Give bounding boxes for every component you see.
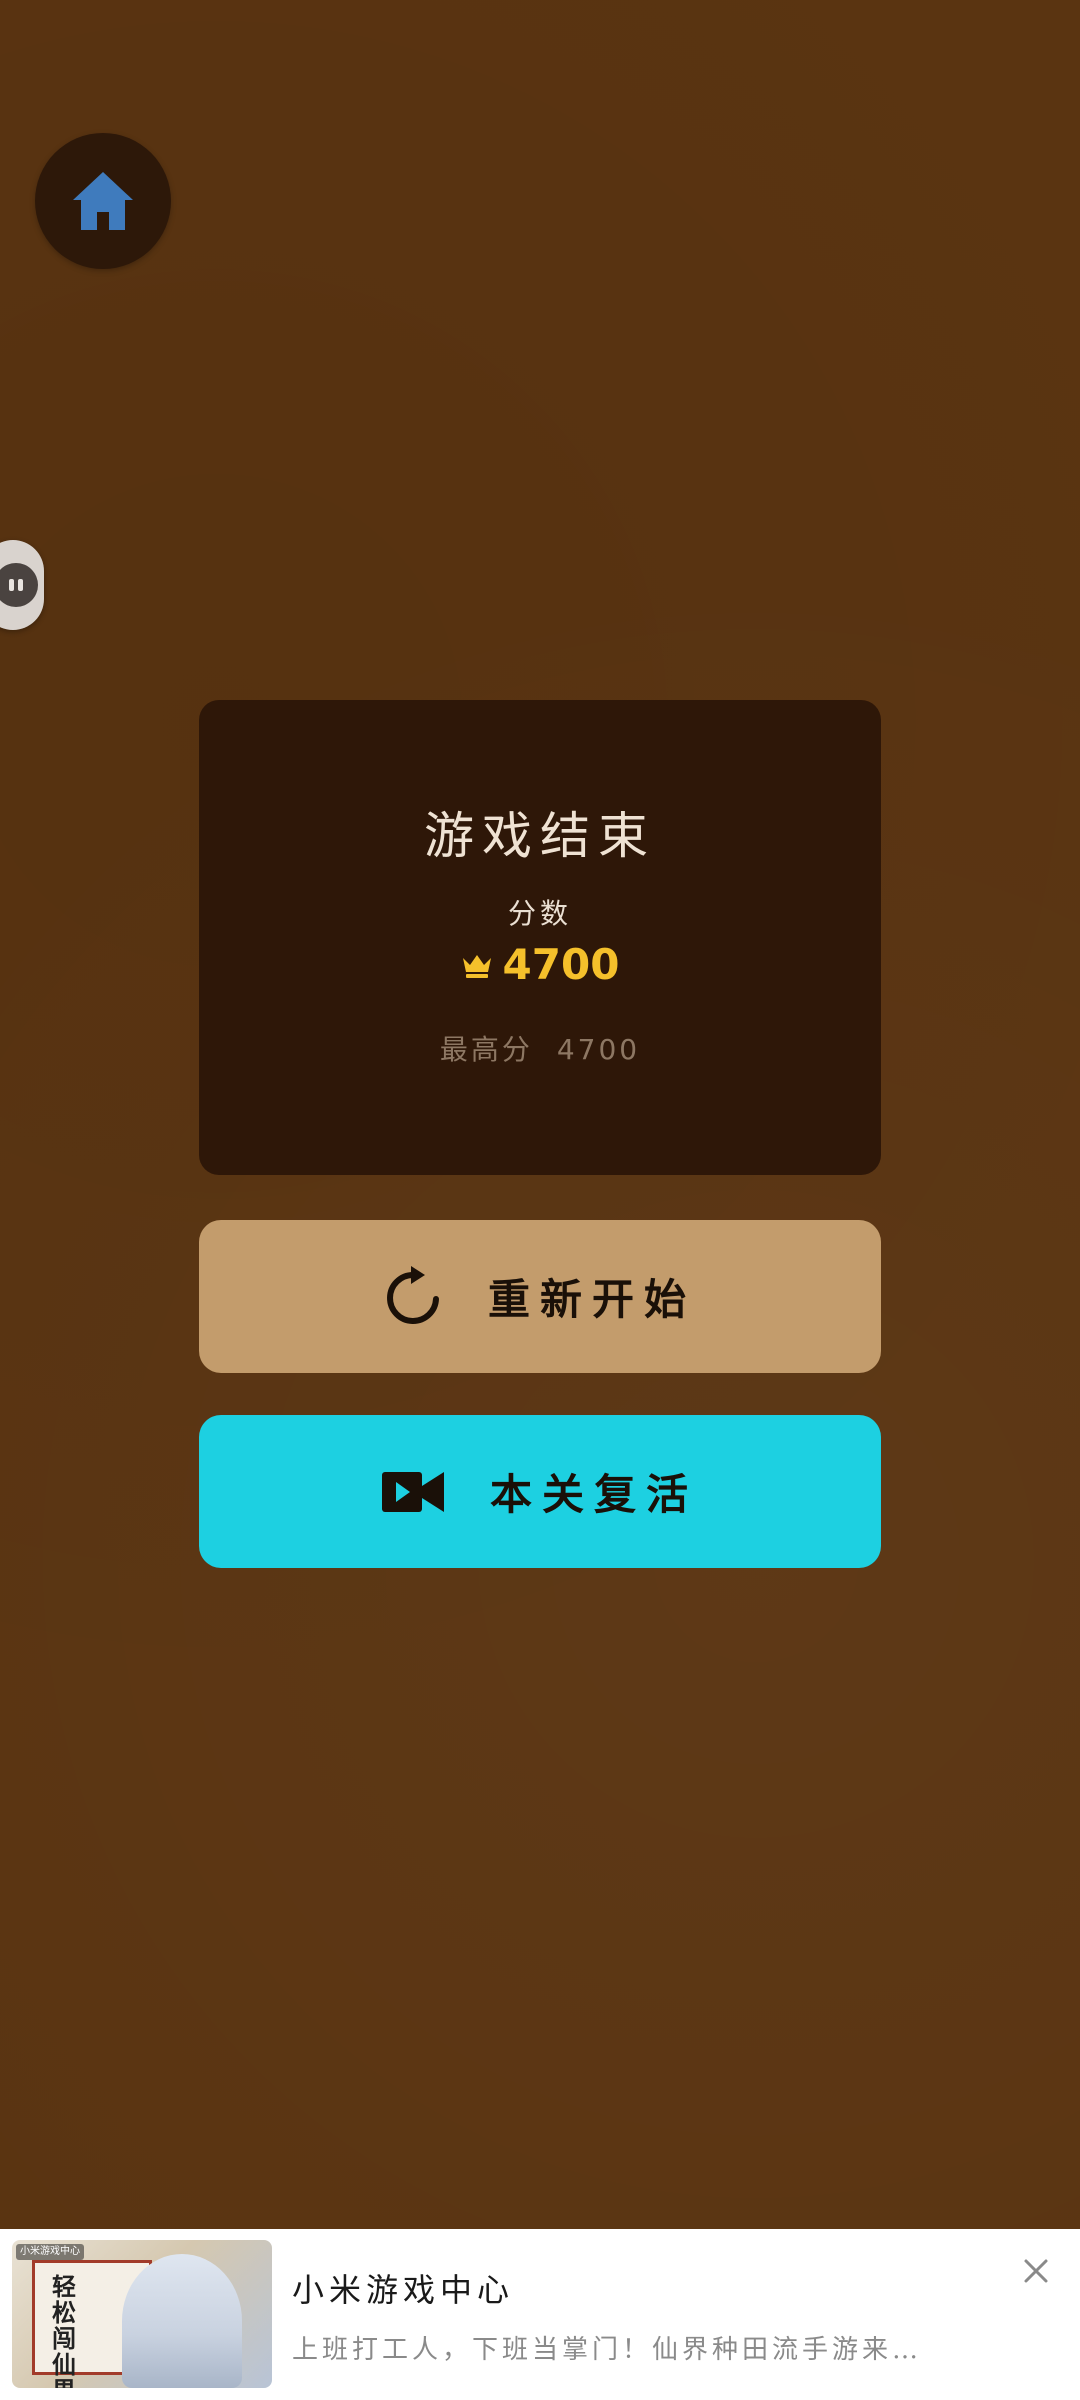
close-icon — [1024, 2259, 1048, 2283]
floating-ball-icon — [0, 563, 38, 607]
game-over-card: 游戏结束 分数 4700 最高分 4700 — [199, 700, 881, 1175]
score-label: 分数 — [507, 897, 572, 930]
home-icon — [73, 172, 133, 230]
game-over-title: 游戏结束 — [424, 807, 656, 865]
refresh-icon — [387, 1265, 439, 1324]
best-score-label: 最高分 — [439, 1033, 533, 1066]
ad-banner[interactable]: 小米游戏中心 轻松闯仙界 小米游戏中心 上班打工人，下班当掌门！仙界种田流手游来… — [0, 2229, 1080, 2400]
restart-button[interactable]: 重新开始 — [199, 1220, 881, 1373]
ad-thumbnail[interactable]: 小米游戏中心 轻松闯仙界 — [12, 2240, 272, 2388]
restart-label: 重新开始 — [487, 1275, 696, 1324]
video-camera-icon — [381, 1471, 444, 1512]
revive-label: 本关复活 — [489, 1470, 698, 1519]
crown-icon — [462, 954, 491, 978]
best-score-value: 4700 — [556, 1033, 641, 1066]
ad-title[interactable]: 小米游戏中心 — [292, 2265, 514, 2311]
floating-assistant-button[interactable] — [0, 540, 44, 630]
best-score: 最高分 4700 — [199, 1028, 881, 1068]
revive-button[interactable]: 本关复活 — [199, 1415, 881, 1568]
score-row: 4700 — [199, 940, 881, 989]
ad-thumbnail-text: 轻松闯仙界 — [52, 2272, 76, 2389]
background — [0, 0, 1080, 2400]
ad-close-button[interactable] — [1018, 2253, 1054, 2289]
ad-description[interactable]: 上班打工人，下班当掌门！仙界种田流手游来… — [292, 2329, 992, 2366]
home-button[interactable] — [35, 133, 171, 269]
ad-thumbnail-character — [122, 2254, 242, 2388]
score-value: 4700 — [502, 940, 620, 989]
ad-thumbnail-tag: 小米游戏中心 — [16, 2244, 84, 2260]
